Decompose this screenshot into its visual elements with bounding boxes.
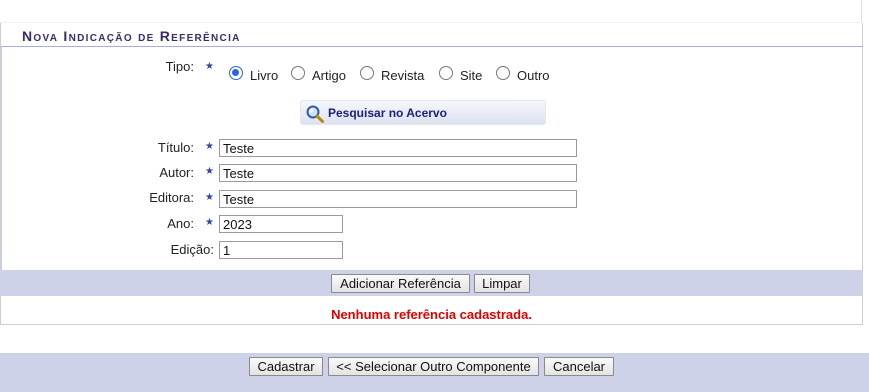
radio-revista-label[interactable]: Revista xyxy=(381,68,424,83)
autor-input[interactable]: Teste xyxy=(219,164,577,182)
tipo-label: Tipo: xyxy=(165,59,194,74)
ano-input[interactable]: 2023 xyxy=(219,215,343,233)
radio-outro-label[interactable]: Outro xyxy=(517,68,550,83)
editora-label: Editora: xyxy=(149,190,194,205)
clear-button[interactable]: Limpar xyxy=(474,274,530,293)
empty-references-message: Nenhuma referência cadastrada. xyxy=(331,307,532,322)
editora-input[interactable]: Teste xyxy=(219,190,577,208)
radio-livro-label[interactable]: Livro xyxy=(250,68,278,83)
titulo-input[interactable]: Teste xyxy=(219,139,577,157)
radio-outro[interactable] xyxy=(496,66,510,80)
star-icon: ★ xyxy=(205,217,214,228)
search-collection-label: Pesquisar no Acervo xyxy=(328,106,447,120)
reference-actions-bar: Adicionar Referência Limpar xyxy=(0,270,863,296)
star-icon: ★ xyxy=(205,141,214,152)
panel-title: Nova Indicação de Referência xyxy=(1,23,863,47)
radio-livro[interactable] xyxy=(229,66,243,80)
magnifier-icon xyxy=(306,105,324,123)
footer-actions-bar: Cadastrar << Selecionar Outro Componente… xyxy=(0,353,869,392)
radio-revista[interactable] xyxy=(360,66,374,80)
titulo-label: Título: xyxy=(157,140,194,155)
search-collection-button[interactable]: Pesquisar no Acervo xyxy=(300,100,546,125)
edicao-input[interactable]: 1 xyxy=(219,241,343,259)
form-area xyxy=(1,47,863,271)
radio-site-label[interactable]: Site xyxy=(460,68,482,83)
radio-site[interactable] xyxy=(439,66,453,80)
select-other-component-button[interactable]: << Selecionar Outro Componente xyxy=(328,357,539,376)
radio-artigo[interactable] xyxy=(291,66,305,80)
submit-button[interactable]: Cadastrar xyxy=(249,357,323,376)
star-icon: ★ xyxy=(205,192,214,203)
top-strip xyxy=(0,0,862,23)
star-icon: ★ xyxy=(205,166,214,177)
cancel-button[interactable]: Cancelar xyxy=(544,357,614,376)
radio-artigo-label[interactable]: Artigo xyxy=(312,68,346,83)
edicao-label: Edição: xyxy=(170,242,214,257)
add-reference-button[interactable]: Adicionar Referência xyxy=(331,274,470,293)
autor-label: Autor: xyxy=(159,165,194,180)
ano-label: Ano: xyxy=(167,216,194,231)
star-icon: ★ xyxy=(205,61,214,72)
